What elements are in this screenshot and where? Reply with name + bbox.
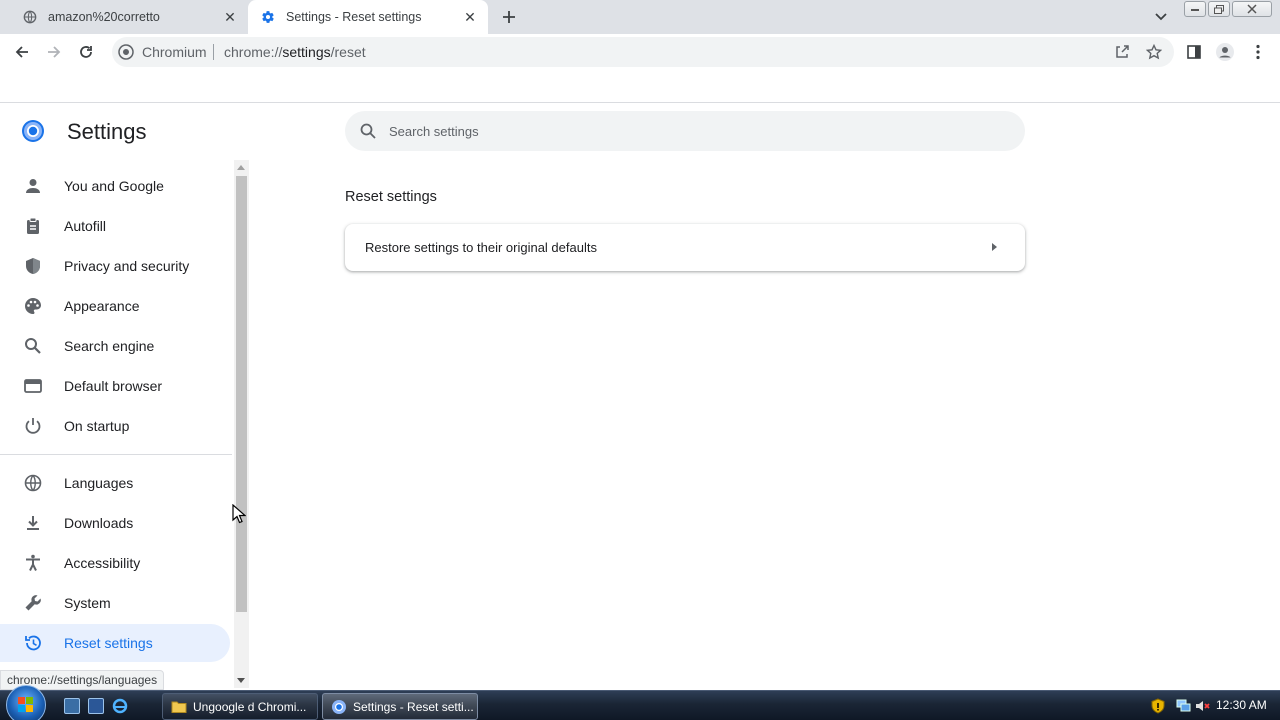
sidebar-item-downloads[interactable]: Downloads (0, 504, 230, 542)
site-chip[interactable]: Chromium (142, 44, 207, 60)
restore-defaults-label: Restore settings to their original defau… (365, 240, 597, 255)
globe-icon (22, 9, 38, 25)
wrench-icon (24, 594, 42, 612)
bookmark-star-icon[interactable] (1144, 42, 1164, 62)
shield-icon (24, 257, 42, 275)
sidebar-item-reset-settings[interactable]: Reset settings (0, 624, 230, 662)
tab-amazon-corretto[interactable]: amazon%20corretto ✕ (8, 0, 248, 34)
sidebar-item-label: Default browser (64, 378, 163, 394)
taskbar-item-label: Settings - Reset setti... (353, 699, 474, 714)
tab-strip: amazon%20corretto ✕ Settings - Reset set… (0, 0, 1280, 34)
sidebar-item-label: Appearance (64, 298, 140, 314)
sidebar-item-label: System (64, 595, 111, 611)
chromium-icon (331, 699, 347, 715)
person-icon (24, 177, 42, 195)
toolbar-divider (0, 102, 1280, 103)
search-input[interactable] (389, 111, 989, 151)
gear-icon (260, 9, 276, 25)
scroll-down-arrow-icon[interactable] (237, 678, 245, 683)
sidebar-item-search-engine[interactable]: Search engine (0, 327, 230, 365)
sidebar-item-label: Search engine (64, 338, 155, 354)
url-text[interactable]: chrome://settings/reset (224, 44, 366, 60)
browser-toolbar: Chromium chrome://settings/reset (0, 34, 1280, 70)
sidebar-item-on-startup[interactable]: On startup (0, 407, 230, 445)
chromium-icon (118, 44, 134, 60)
new-tab-button[interactable] (498, 6, 520, 28)
search-icon (359, 122, 377, 140)
history-icon (24, 634, 42, 652)
sidebar-item-label: Privacy and security (64, 258, 190, 274)
accessibility-icon (24, 554, 42, 572)
volume-muted-icon[interactable] (1194, 698, 1210, 714)
taskbar-item-label: Ungoogle d Chromi... (193, 699, 307, 714)
clipboard-icon (24, 217, 42, 235)
sidebar-item-you-and-google[interactable]: You and Google (0, 167, 230, 205)
folder-icon (171, 699, 187, 715)
tab-settings-reset[interactable]: Settings - Reset settings ✕ (248, 0, 488, 34)
section-title: Reset settings (345, 189, 437, 205)
network-icon[interactable] (1176, 698, 1192, 714)
scroll-up-arrow-icon[interactable] (237, 165, 245, 170)
close-tab-icon[interactable]: ✕ (220, 7, 240, 27)
settings-sidebar: You and Google Autofill Privacy and secu… (0, 166, 234, 670)
sidebar-item-label: Languages (64, 475, 134, 491)
show-desktop-icon[interactable] (64, 698, 80, 714)
search-icon (24, 337, 42, 355)
profile-avatar-icon[interactable] (1215, 42, 1235, 62)
taskbar: Ungoogle d Chromi... Settings - Reset se… (0, 685, 1280, 720)
sidebar-item-label: You and Google (64, 178, 164, 194)
sidebar-item-languages[interactable]: Languages (0, 464, 230, 502)
sidebar-item-label: Autofill (64, 218, 107, 234)
sidebar-item-default-browser[interactable]: Default browser (0, 367, 230, 405)
share-icon[interactable] (1112, 42, 1132, 62)
tab-title: Settings - Reset settings (286, 10, 422, 24)
chromium-logo-icon (21, 119, 45, 143)
side-panel-icon[interactable] (1184, 42, 1204, 62)
sidebar-item-accessibility[interactable]: Accessibility (0, 544, 230, 582)
taskbar-item-folder[interactable]: Ungoogle d Chromi... (162, 693, 318, 720)
download-icon (24, 514, 42, 532)
sidebar-item-label: Reset settings (64, 635, 153, 651)
reload-button[interactable] (74, 40, 98, 64)
page-title: Settings (67, 119, 147, 144)
tab-search-chevron-icon[interactable] (1150, 6, 1172, 28)
globe-icon (24, 474, 42, 492)
palette-icon (24, 297, 42, 315)
sidebar-item-label: On startup (64, 418, 130, 434)
system-clock: 12:30 AM (1216, 698, 1267, 712)
close-window-button[interactable] (1232, 1, 1272, 17)
switch-windows-icon[interactable] (88, 698, 104, 714)
sidebar-item-label: Downloads (64, 515, 134, 531)
sidebar-item-privacy-and-security[interactable]: Privacy and security (0, 247, 230, 285)
address-bar[interactable]: Chromium chrome://settings/reset (112, 37, 1174, 67)
tab-title: amazon%20corretto (48, 10, 160, 24)
close-tab-icon[interactable]: ✕ (460, 7, 480, 27)
internet-explorer-icon[interactable] (112, 698, 128, 714)
sidebar-item-label: Accessibility (64, 555, 141, 571)
back-button[interactable] (10, 40, 34, 64)
subpage-arrow-icon (992, 243, 997, 251)
omnibox-divider (213, 44, 214, 60)
sidebar-item-appearance[interactable]: Appearance (0, 287, 230, 325)
mouse-cursor-icon (232, 503, 247, 524)
restore-defaults-row[interactable]: Restore settings to their original defau… (345, 224, 1025, 271)
security-shield-icon[interactable] (1150, 698, 1166, 714)
settings-search[interactable] (345, 111, 1025, 151)
minimize-button[interactable] (1184, 1, 1206, 17)
sidebar-scrollbar[interactable] (234, 160, 249, 688)
taskbar-item-chromium[interactable]: Settings - Reset setti... (322, 693, 478, 720)
sidebar-divider (0, 454, 232, 455)
power-icon (24, 417, 42, 435)
start-button[interactable] (6, 685, 46, 720)
scrollbar-thumb[interactable] (236, 176, 247, 612)
sidebar-item-system[interactable]: System (0, 584, 230, 622)
sidebar-item-autofill[interactable]: Autofill (0, 207, 230, 245)
forward-button[interactable] (42, 40, 66, 64)
maximize-button[interactable] (1208, 1, 1230, 17)
browser-window-icon (24, 377, 42, 395)
menu-kebab-icon[interactable] (1248, 42, 1268, 62)
